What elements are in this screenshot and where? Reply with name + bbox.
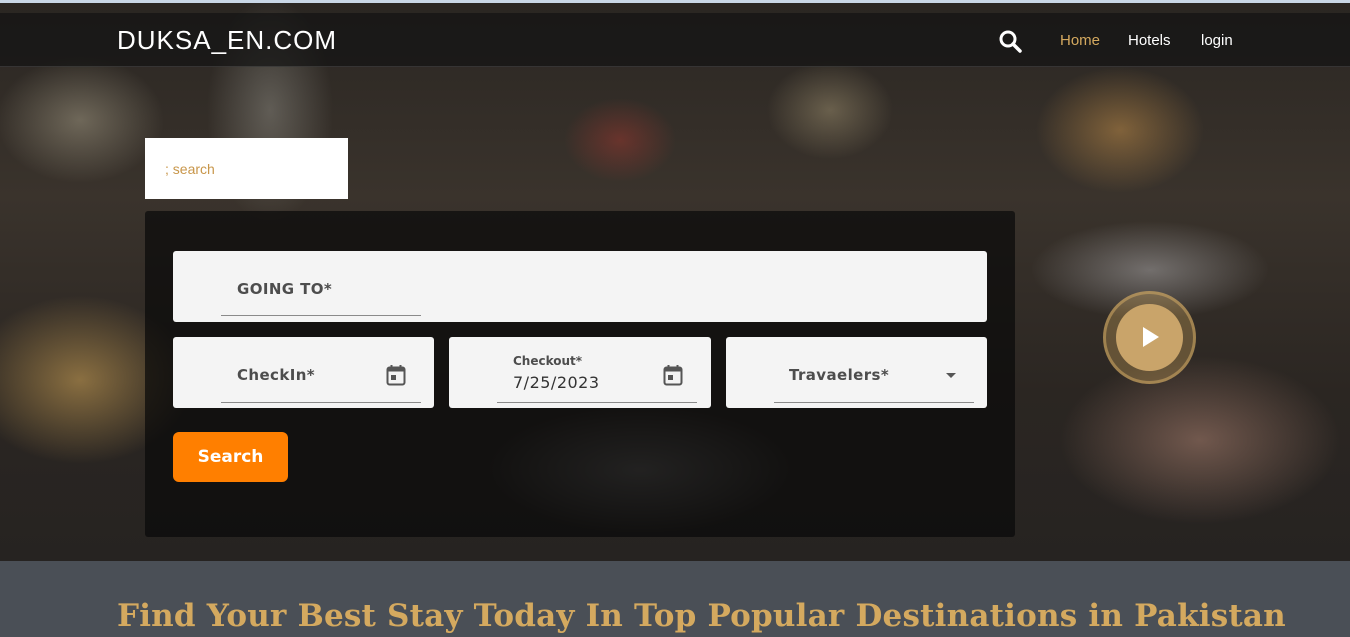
going-to-label: GOING TO* xyxy=(237,280,333,298)
play-icon xyxy=(1143,327,1159,347)
calendar-icon[interactable] xyxy=(663,364,683,386)
checkin-label: CheckIn* xyxy=(237,366,316,384)
nav-home-link[interactable]: Home xyxy=(1060,32,1100,49)
checkout-field[interactable]: Checkout* 7/25/2023 xyxy=(449,337,711,408)
travelers-select[interactable]: Travaelers* xyxy=(726,337,987,408)
going-to-underline xyxy=(221,315,421,316)
checkin-field[interactable]: CheckIn* xyxy=(173,337,434,408)
nav-hotels-link[interactable]: Hotels xyxy=(1128,32,1171,49)
navbar: DUKSA_EN.COM Home Hotels login xyxy=(0,13,1350,67)
going-to-field[interactable]: GOING TO* xyxy=(173,251,987,322)
top-strip xyxy=(0,0,1350,3)
checkout-date-value[interactable]: 7/25/2023 xyxy=(513,373,600,392)
site-brand[interactable]: DUKSA_EN.COM xyxy=(117,25,337,56)
checkin-underline xyxy=(221,402,421,403)
destinations-section: Find Your Best Stay Today In Top Popular… xyxy=(0,561,1350,637)
section-headline: Find Your Best Stay Today In Top Popular… xyxy=(117,598,1286,634)
booking-panel: GOING TO* CheckIn* Checkout* 7/25/2023 T… xyxy=(145,211,1015,537)
calendar-icon[interactable] xyxy=(386,364,406,386)
dropdown-arrow-icon[interactable] xyxy=(946,373,956,378)
checkout-underline xyxy=(497,402,697,403)
travelers-underline xyxy=(774,402,974,403)
checkout-label: Checkout* xyxy=(513,354,583,368)
play-button-inner xyxy=(1116,304,1183,371)
search-icon[interactable] xyxy=(998,29,1022,53)
travelers-label: Travaelers* xyxy=(789,366,890,384)
mini-search-input[interactable] xyxy=(145,138,348,199)
play-video-button[interactable] xyxy=(1103,291,1196,384)
nav-login-link[interactable]: login xyxy=(1201,32,1233,49)
search-button[interactable]: Search xyxy=(173,432,288,482)
